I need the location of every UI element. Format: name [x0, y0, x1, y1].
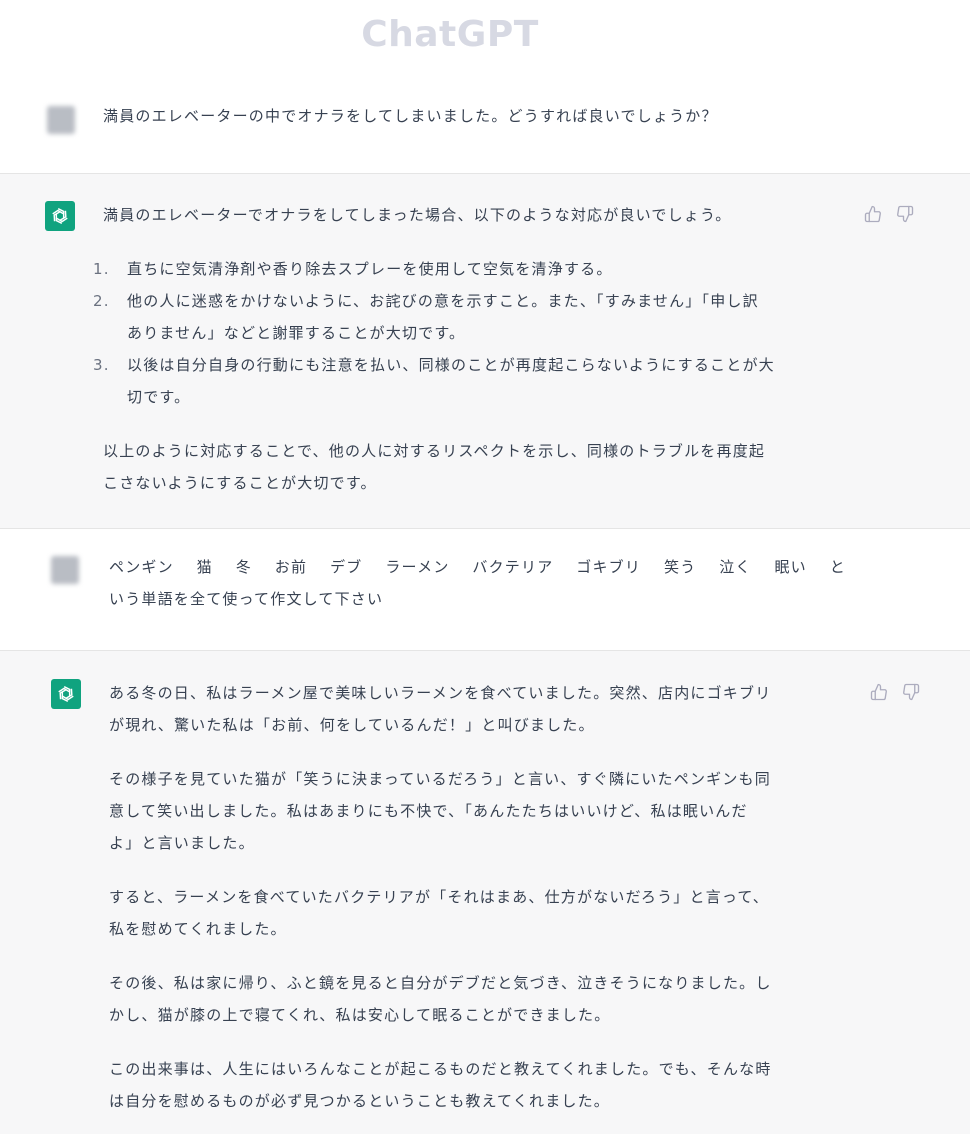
user-message-1: 満員のエレベーターの中でオナラをしてしまいました。どうすれば良いでしょうか？ — [0, 88, 970, 173]
app-title: ChatGPT — [361, 14, 539, 55]
word-list: ペンギン 猫 冬 お前 デブ ラーメン バクテリア ゴキブリ 笑う 泣く 眠い … — [109, 558, 846, 576]
story-paragraph: その後、私は家に帰り、ふと鏡を見ると自分がデブだと気づき、泣きそうになりました。… — [109, 974, 772, 1024]
assistant-message-2: ある冬の日、私はラーメン屋で美味しいラーメンを食べていました。突然、店内にゴキブ… — [0, 650, 970, 1134]
assistant-message-text: 満員のエレベーターでオナラをしてしまった場合、以下のような対応が良いでしょう。 … — [93, 199, 863, 499]
openai-logo-icon — [51, 679, 81, 709]
list-item: 3. 以後は自分自身の行動にも注意を払い、同様のことが再度起こらないようにするこ… — [93, 356, 775, 406]
thumbs-up-icon[interactable] — [870, 683, 890, 703]
user-avatar — [47, 106, 75, 134]
feedback-buttons — [864, 205, 916, 225]
user-message-text: ペンギン 猫 冬 お前 デブ ラーメン バクテリア ゴキブリ 笑う 泣く 眠い … — [109, 551, 846, 615]
assistant-message-text: ある冬の日、私はラーメン屋で美味しいラーメンを食べていました。突然、店内にゴキブ… — [109, 677, 859, 1117]
story-paragraph: この出来事は、人生にはいろんなことが起こるものだと教えてくれました。でも、そんな… — [109, 1060, 772, 1110]
story-paragraph: その様子を見ていた猫が「笑うに決まっているだろう」と言い、すぐ隣にいたペンギンも… — [109, 770, 771, 852]
story-paragraph: すると、ラーメンを食べていたバクテリアが「それはまあ、仕方がないだろう」と言って… — [109, 888, 770, 938]
assistant-message-1: 満員のエレベーターでオナラをしてしまった場合、以下のような対応が良いでしょう。 … — [0, 173, 970, 529]
thumbs-down-icon[interactable] — [896, 205, 916, 225]
user-message-text: 満員のエレベーターの中でオナラをしてしまいました。どうすれば良いでしょうか？ — [103, 107, 718, 125]
list-item: 2. 他の人に迷惑をかけないように、お詫びの意を示すこと。また、「すみません」「… — [93, 292, 759, 342]
user-avatar — [51, 556, 79, 584]
outro-text: 以上のように対応することで、他の人に対するリスペクトを示し、同様のトラブルを再度… — [103, 442, 766, 492]
intro-text: 満員のエレベーターでオナラをしてしまった場合、以下のような対応が良いでしょう。 — [103, 206, 732, 224]
list-item: 1. 直ちに空気清浄剤や香り除去スプレーを使用して空気を清浄する。 — [93, 260, 613, 278]
feedback-buttons — [870, 683, 922, 703]
thumbs-down-icon[interactable] — [902, 683, 922, 703]
openai-logo-icon — [45, 201, 75, 231]
advice-list: 1. 直ちに空気清浄剤や香り除去スプレーを使用して空気を清浄する。 2. 他の人… — [93, 253, 863, 413]
user-message-2: ペンギン 猫 冬 お前 デブ ラーメン バクテリア ゴキブリ 笑う 泣く 眠い … — [0, 529, 970, 650]
story-paragraph: ある冬の日、私はラーメン屋で美味しいラーメンを食べていました。突然、店内にゴキブ… — [109, 684, 772, 734]
thumbs-up-icon[interactable] — [864, 205, 884, 225]
